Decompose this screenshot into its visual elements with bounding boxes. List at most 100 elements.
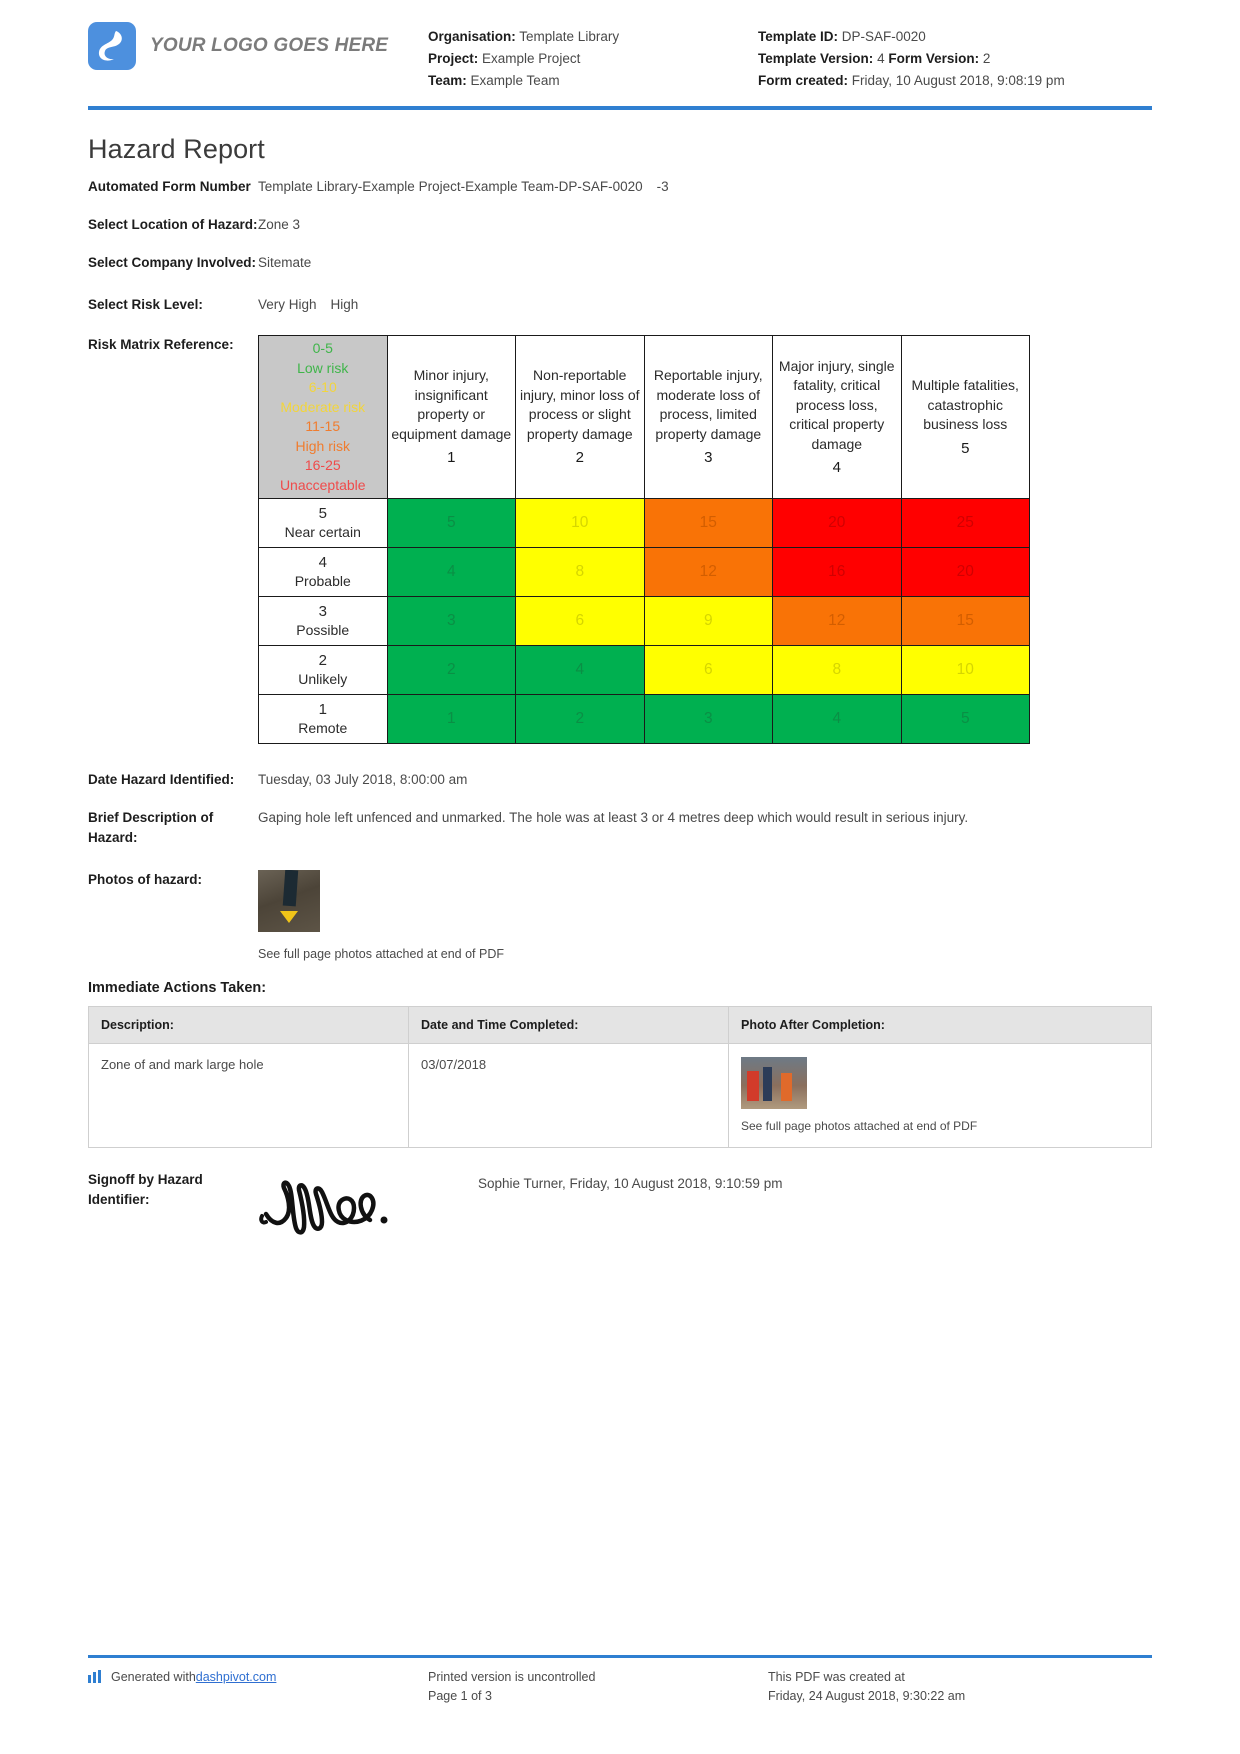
matrix-cell-l2-s5: 10 xyxy=(900,645,1030,695)
risk-level-value-2: High xyxy=(330,297,359,312)
field-value: Sitemate xyxy=(258,255,312,270)
form-number-text: Template Library-Example Project-Example… xyxy=(258,179,643,194)
matrix-cell-l2-s2: 4 xyxy=(515,645,645,695)
matrix-severity-header-2: Non-reportable injury, minor loss of pro… xyxy=(515,335,645,499)
document-page: YOUR LOGO GOES HERE Organisation: Templa… xyxy=(0,0,1240,1754)
page-title: Hazard Report xyxy=(88,134,265,164)
signature-image xyxy=(258,1170,478,1255)
document-header: YOUR LOGO GOES HERE Organisation: Templa… xyxy=(88,0,1152,92)
matrix-cell-l2-s4: 8 xyxy=(772,645,902,695)
photo-marker-shape xyxy=(280,911,298,923)
legend-range-1: 0-5 xyxy=(312,340,333,356)
matrix-row: 1 Remote 1 2 3 4 5 xyxy=(258,694,1030,744)
footer-created: This PDF was created at Friday, 24 Augus… xyxy=(768,1668,1152,1706)
signoff-name-date: Sophie Turner, Friday, 10 August 2018, 9… xyxy=(478,1176,783,1191)
likelihood-label: Near certain xyxy=(284,524,361,540)
risk-matrix-table: 0-5 Low risk 6-10 Moderate risk 11-15 High ri… xyxy=(258,335,1030,744)
meta-template-id-value: DP-SAF-0020 xyxy=(841,29,926,44)
severity-number: 3 xyxy=(704,449,713,467)
matrix-cell-l1-s4: 4 xyxy=(772,694,902,744)
photo-hole-shape xyxy=(282,870,299,907)
logo-text: YOUR LOGO GOES HERE xyxy=(150,35,389,56)
matrix-cell-l4-s4: 16 xyxy=(772,547,902,597)
field-risk-level: Select Risk Level: Very High High xyxy=(88,295,1152,315)
document-footer: Generated with dashpivot.com Printed ver… xyxy=(88,1655,1152,1706)
field-label: Select Company Involved: xyxy=(88,255,257,270)
meta-form-created-label: Form created: xyxy=(758,73,849,88)
matrix-cell-l5-s4: 20 xyxy=(772,498,902,548)
matrix-cell-l1-s3: 3 xyxy=(643,694,773,744)
likelihood-label: Probable xyxy=(294,573,351,589)
after-photo-caption: See full page photos attached at end of … xyxy=(741,1119,978,1133)
matrix-cell-l4-s3: 12 xyxy=(643,547,773,597)
field-brief-description: Brief Description of Hazard: Gaping hole… xyxy=(88,808,1152,848)
likelihood-number: 3 xyxy=(318,602,327,620)
likelihood-label: Possible xyxy=(296,622,350,638)
likelihood-label: Remote xyxy=(298,720,348,736)
matrix-cell-l5-s1: 5 xyxy=(386,498,516,548)
meta-form-created: Form created: Friday, 10 August 2018, 9:… xyxy=(758,70,1152,92)
field-value: See full page photos attached at end of … xyxy=(258,870,1152,964)
matrix-cell-l2-s3: 6 xyxy=(643,645,773,695)
meta-project-value: Example Project xyxy=(482,51,581,66)
risk-level-value-1: Very High xyxy=(258,297,317,312)
meta-organisation-value: Template Library xyxy=(519,29,620,44)
matrix-severity-header-5: Multiple fatalities, catastrophic busine… xyxy=(900,335,1030,499)
immediate-actions-heading: Immediate Actions Taken: xyxy=(88,980,267,996)
dashpivot-link[interactable]: dashpivot.com xyxy=(196,1668,277,1687)
field-label: Photos of hazard: xyxy=(88,872,202,887)
dashpivot-logo-icon xyxy=(88,1670,104,1689)
severity-text: Reportable injury, moderate loss of proc… xyxy=(653,367,763,442)
likelihood-number: 4 xyxy=(318,553,327,571)
legend-range-2: 6-10 xyxy=(308,379,337,395)
after-photo-shape-3 xyxy=(781,1073,792,1101)
field-label: Risk Matrix Reference: xyxy=(88,337,234,352)
meta-team-value: Example Team xyxy=(470,73,560,88)
signoff-section: Signoff by Hazard Identifier: Sophie Tur… xyxy=(88,1170,1152,1255)
matrix-legend-cell: 0-5 Low risk 6-10 Moderate risk 11-15 High ri… xyxy=(258,335,388,499)
severity-number: 1 xyxy=(447,449,456,467)
after-photo-thumbnail[interactable] xyxy=(741,1057,807,1109)
meta-template-version-value: 4 xyxy=(877,51,885,66)
meta-project: Project: Example Project xyxy=(428,48,758,70)
footer-divider xyxy=(88,1655,1152,1658)
column-header-description: Description: xyxy=(88,1006,409,1044)
meta-form-version-label: Form Version: xyxy=(888,51,980,66)
matrix-cell-l3-s2: 6 xyxy=(515,596,645,646)
table-row: Zone of and mark large hole 03/07/2018 S… xyxy=(88,1043,1152,1148)
matrix-severity-header-3: Reportable injury, moderate loss of proc… xyxy=(643,335,773,499)
cell-date-completed: 03/07/2018 xyxy=(408,1043,729,1148)
cell-description: Zone of and mark large hole xyxy=(88,1043,409,1148)
legend-label-4: Unacceptable xyxy=(279,476,366,493)
field-value: Template Library-Example Project-Example… xyxy=(258,177,1152,197)
meta-template-version-label: Template Version: xyxy=(758,51,874,66)
table-header-row: Description: Date and Time Completed: Ph… xyxy=(88,1006,1152,1044)
meta-template-id: Template ID: DP-SAF-0020 xyxy=(758,26,1152,48)
footer-created-label: This PDF was created at xyxy=(768,1670,905,1684)
field-automated-form-number: Automated Form Number Template Library-E… xyxy=(88,177,1152,197)
matrix-severity-header-4: Major injury, single fatality, critical … xyxy=(772,335,902,499)
matrix-cell-l3-s4: 12 xyxy=(772,596,902,646)
matrix-cell-l3-s3: 9 xyxy=(643,596,773,646)
field-company-involved: Select Company Involved: Sitemate xyxy=(88,253,1152,273)
severity-number: 5 xyxy=(961,439,970,457)
meta-form-version-value: 2 xyxy=(982,51,991,66)
field-photos-of-hazard: Photos of hazard: See full page photos a… xyxy=(88,870,1152,964)
matrix-header-row: 0-5 Low risk 6-10 Moderate risk 11-15 High ri… xyxy=(258,335,1030,499)
field-value: Gaping hole left unfenced and unmarked. … xyxy=(258,810,969,825)
severity-text: Multiple fatalities, catastrophic busine… xyxy=(911,377,1019,432)
meta-project-label: Project: xyxy=(428,51,479,66)
matrix-row: 3 Possible 3 6 9 12 15 xyxy=(258,596,1030,646)
matrix-likelihood-header-1: 1 Remote xyxy=(258,694,388,744)
hazard-photo-thumbnail[interactable] xyxy=(258,870,320,932)
matrix-cell-l3-s1: 3 xyxy=(386,596,516,646)
matrix-severity-header-1: Minor injury, insignificant property or … xyxy=(386,335,516,499)
matrix-cell-l4-s5: 20 xyxy=(900,547,1030,597)
likelihood-number: 2 xyxy=(318,651,327,669)
likelihood-number: 1 xyxy=(318,700,327,718)
matrix-cell-l3-s5: 15 xyxy=(900,596,1030,646)
matrix-row: 2 Unlikely 2 4 6 8 10 xyxy=(258,645,1030,695)
field-value: Zone 3 xyxy=(258,217,301,232)
legend-range-3: 11-15 xyxy=(305,418,341,434)
cell-photo-after: See full page photos attached at end of … xyxy=(728,1043,1152,1148)
